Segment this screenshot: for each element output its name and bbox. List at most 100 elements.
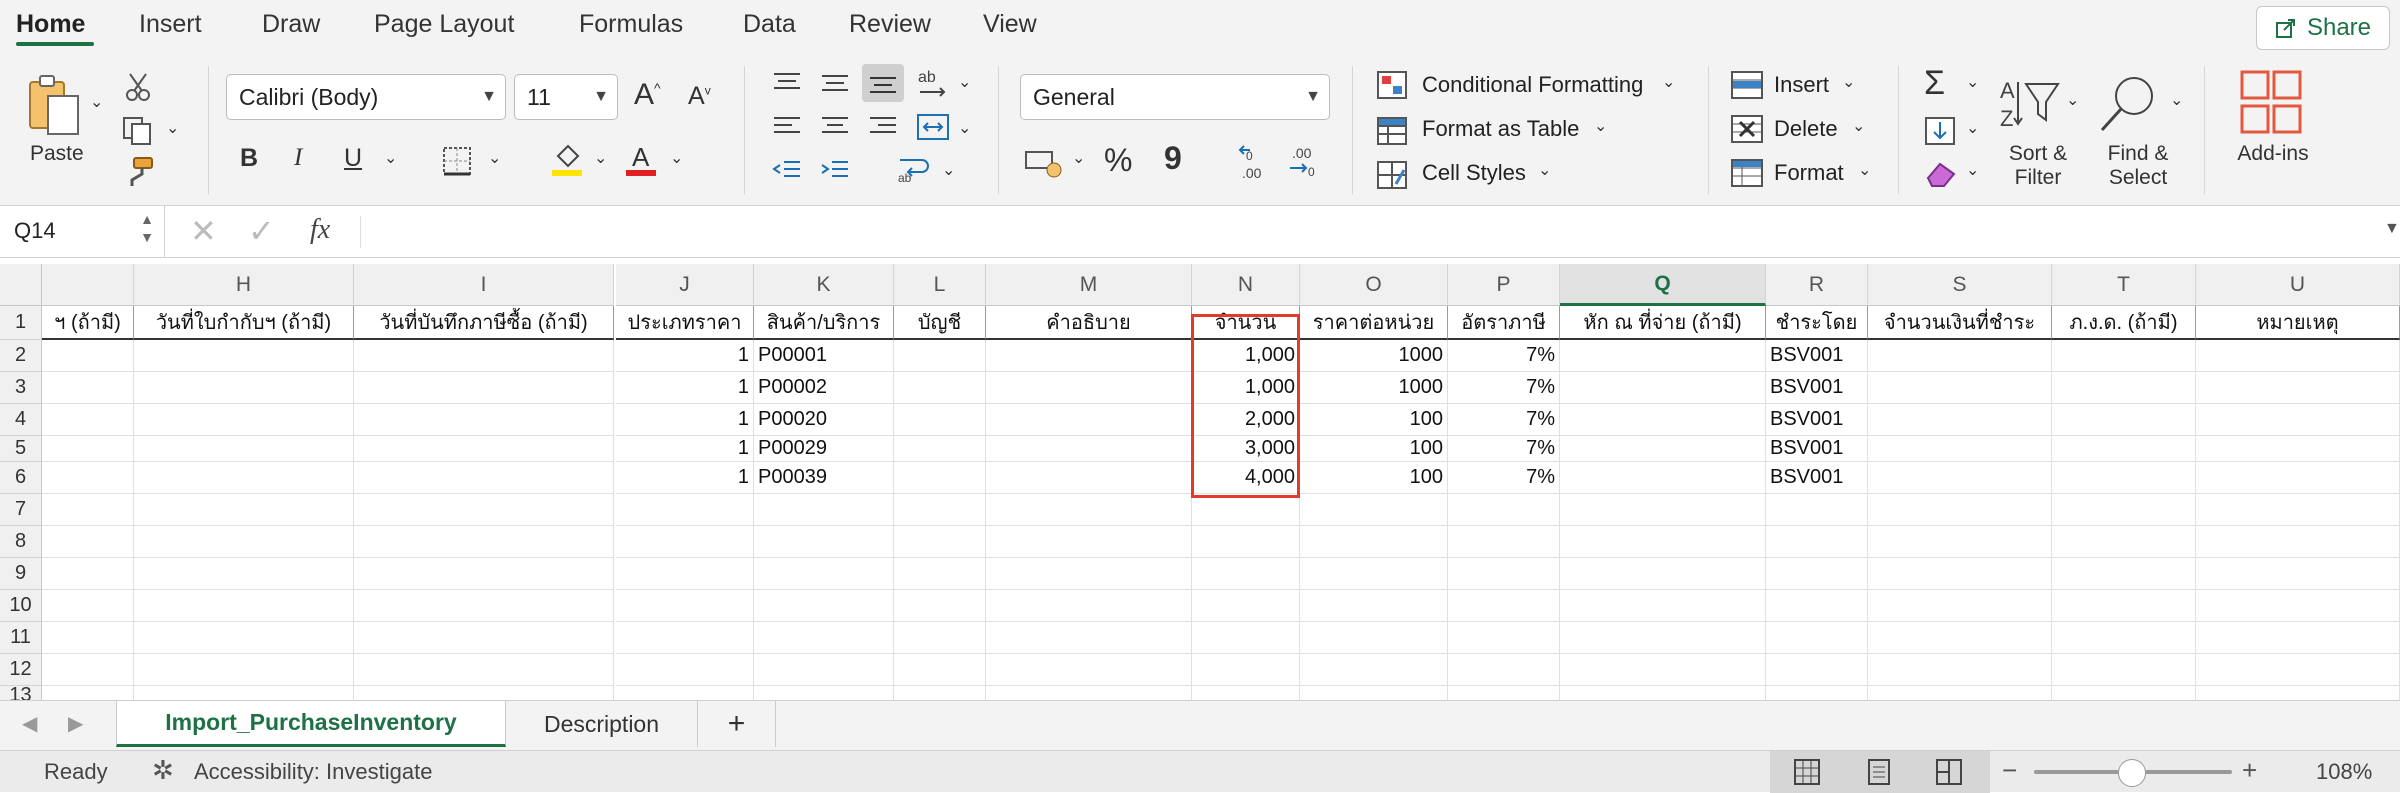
grid-cell[interactable] <box>1560 622 1766 654</box>
grid-cell[interactable] <box>1868 494 2052 526</box>
share-button[interactable]: Share <box>2256 6 2390 50</box>
grid-cell[interactable] <box>1560 462 1766 494</box>
grid-cell[interactable] <box>2196 590 2400 622</box>
wrap-dropdown-icon[interactable]: ⌄ <box>942 160 955 180</box>
font-color-dropdown-icon[interactable]: ⌄ <box>670 148 683 168</box>
grid-cell[interactable] <box>986 654 1192 686</box>
tab-data[interactable]: Data <box>743 10 796 39</box>
zoom-level[interactable]: 108% <box>2316 759 2372 785</box>
grid-cell[interactable] <box>1560 436 1766 462</box>
grid-cell[interactable] <box>134 462 354 494</box>
header-cell[interactable]: ภ.ง.ด. (ถ้ามี) <box>2052 306 2196 340</box>
align-middle-icon[interactable] <box>820 70 850 101</box>
fill-color-dropdown-icon[interactable]: ⌄ <box>594 148 607 168</box>
insert-cells-icon[interactable] <box>1730 70 1764 105</box>
grid-cell[interactable] <box>2052 436 2196 462</box>
column-header-q[interactable]: Q <box>1560 264 1766 306</box>
grid-cell[interactable] <box>1560 340 1766 372</box>
grid-cell[interactable] <box>354 404 614 436</box>
header-cell[interactable]: จำนวนเงินที่ชำระ <box>1868 306 2052 340</box>
grid-cell[interactable] <box>894 590 986 622</box>
grid-cell[interactable] <box>1448 526 1560 558</box>
find-select-dropdown-icon[interactable]: ⌄ <box>2170 90 2183 110</box>
spreadsheet-grid[interactable]: H I J K L M N O P Q R S T U 1 2 3 4 5 6 7 8 9 10 11 12 13 ฯ (ถ้ามี)… <box>0 264 2400 706</box>
grid-cell[interactable]: 1000 <box>1300 372 1448 404</box>
header-cell[interactable]: จำนวน <box>1192 306 1300 340</box>
grid-cell[interactable] <box>986 372 1192 404</box>
grid-cell[interactable] <box>986 462 1192 494</box>
tab-insert[interactable]: Insert <box>139 10 202 39</box>
grid-cell[interactable] <box>754 526 894 558</box>
grid-cell[interactable] <box>894 526 986 558</box>
grid-cell[interactable] <box>1868 654 2052 686</box>
decrease-font-size-icon[interactable]: Av <box>688 82 711 111</box>
accessibility-status[interactable]: Accessibility: Investigate <box>194 759 432 785</box>
grid-cell[interactable] <box>894 436 986 462</box>
grid-cell[interactable] <box>1560 526 1766 558</box>
grid-cell[interactable] <box>1868 436 2052 462</box>
grid-cell[interactable]: 7% <box>1448 436 1560 462</box>
grid-cell[interactable]: 4,000 <box>1192 462 1300 494</box>
sheet-tab-import-purchase-inventory[interactable]: Import_PurchaseInventory <box>116 701 506 747</box>
grid-cell[interactable] <box>1868 372 2052 404</box>
grid-cell[interactable] <box>894 654 986 686</box>
grid-cell[interactable]: P00001 <box>754 340 894 372</box>
grid-cell[interactable] <box>1300 526 1448 558</box>
grid-cell[interactable] <box>2196 526 2400 558</box>
header-cell[interactable]: ราคาต่อหน่วย <box>1300 306 1448 340</box>
grid-cell[interactable] <box>1560 590 1766 622</box>
grid-cell[interactable] <box>1448 494 1560 526</box>
grid-cell[interactable]: 1,000 <box>1192 372 1300 404</box>
borders-icon[interactable] <box>442 146 472 181</box>
align-center-icon[interactable] <box>820 114 850 145</box>
grid-cell[interactable] <box>754 494 894 526</box>
grid-cell[interactable]: 1 <box>616 462 754 494</box>
grid-cell[interactable] <box>42 494 134 526</box>
grid-cell[interactable]: 100 <box>1300 404 1448 436</box>
conditional-formatting-button[interactable]: Conditional Formatting <box>1422 72 1643 98</box>
grid-cell[interactable]: 1 <box>616 436 754 462</box>
grid-cell[interactable] <box>1560 404 1766 436</box>
increase-font-size-icon[interactable]: A^ <box>634 78 661 112</box>
grid-cell[interactable] <box>1300 654 1448 686</box>
grid-cell[interactable] <box>1448 654 1560 686</box>
grid-cell[interactable] <box>1560 654 1766 686</box>
grid-cell[interactable]: BSV001 <box>1766 404 1868 436</box>
format-as-table-icon[interactable] <box>1376 116 1408 151</box>
grid-cell[interactable] <box>2196 558 2400 590</box>
accounting-dropdown-icon[interactable]: ⌄ <box>1072 148 1085 168</box>
row-header[interactable]: 2 <box>0 340 42 372</box>
grid-cell[interactable] <box>1868 622 2052 654</box>
conditional-formatting-icon[interactable] <box>1376 70 1408 105</box>
grid-cell[interactable] <box>2052 654 2196 686</box>
header-cell[interactable]: ฯ (ถ้ามี) <box>42 306 134 340</box>
grid-cell[interactable] <box>354 558 614 590</box>
comma-style-button[interactable]: 9 <box>1164 140 1182 177</box>
grid-cell[interactable]: BSV001 <box>1766 436 1868 462</box>
grid-cell[interactable] <box>2052 462 2196 494</box>
grid-cell[interactable] <box>1766 526 1868 558</box>
grid-cell[interactable] <box>42 654 134 686</box>
grid-cell[interactable] <box>1560 372 1766 404</box>
column-header-p[interactable]: P <box>1448 264 1560 306</box>
grid-cell[interactable] <box>354 462 614 494</box>
align-bottom-icon[interactable] <box>862 64 904 102</box>
grid-cell[interactable] <box>354 590 614 622</box>
grid-cell[interactable] <box>754 622 894 654</box>
underline-button[interactable]: U <box>344 144 362 173</box>
grid-cell[interactable] <box>42 558 134 590</box>
sort-filter-dropdown-icon[interactable]: ⌄ <box>2066 90 2079 110</box>
grid-cell[interactable] <box>134 494 354 526</box>
font-size-select[interactable]: 11 ▼ <box>514 74 618 120</box>
grid-cell[interactable] <box>2052 372 2196 404</box>
clear-dropdown-icon[interactable]: ⌄ <box>1966 160 1979 180</box>
header-cell[interactable]: ชำระโดย <box>1766 306 1868 340</box>
confirm-icon[interactable]: ✓ <box>248 212 275 250</box>
decrease-indent-icon[interactable] <box>772 158 802 189</box>
tab-page-layout[interactable]: Page Layout <box>374 10 514 39</box>
decrease-decimal-icon[interactable]: .00 0 <box>1286 142 1330 187</box>
cell-styles-dropdown-icon[interactable]: ⌄ <box>1538 160 1551 180</box>
column-header[interactable] <box>42 264 134 306</box>
grid-cell[interactable] <box>894 462 986 494</box>
row-header[interactable]: 7 <box>0 494 42 526</box>
